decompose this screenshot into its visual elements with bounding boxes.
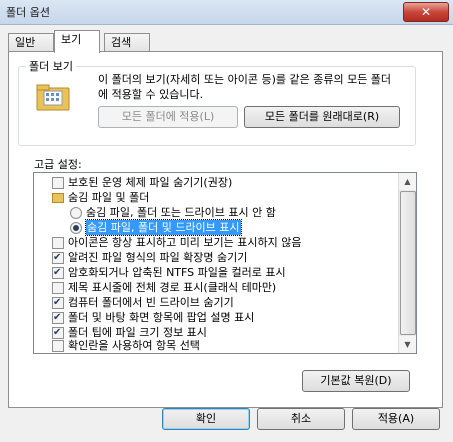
window-title: 폴더 옵션 — [6, 6, 50, 19]
tab-search[interactable]: 검색 — [104, 33, 150, 52]
close-button[interactable]: ✕ — [403, 2, 449, 22]
reset-folders-button[interactable]: 모든 폴더를 원래대로(R) — [244, 106, 400, 128]
folder-icon — [52, 193, 64, 203]
advanced-settings-label: 고급 설정: — [34, 158, 82, 171]
list-item-label: 보호된 운영 체제 파일 숨기기(권장) — [68, 176, 233, 189]
folder-views-title: 폴더 보기 — [26, 58, 76, 74]
tab-general[interactable]: 일반 — [8, 33, 54, 52]
title-bar: 폴더 옵션 ✕ — [0, 0, 453, 25]
checkbox[interactable] — [52, 340, 64, 352]
scrollbar-thumb[interactable] — [400, 191, 416, 335]
scroll-up-icon[interactable]: ▲ — [399, 173, 416, 190]
restore-defaults-button[interactable]: 기본값 복원(D) — [302, 370, 410, 392]
list-item-label: 아이콘은 항상 표시하고 미리 보기는 표시하지 않음 — [68, 236, 302, 249]
list-item-label: 확인란을 사용하여 항목 선택 — [68, 339, 200, 352]
scroll-down-icon[interactable]: ▼ — [399, 336, 416, 353]
radio-button[interactable] — [70, 222, 82, 234]
vertical-scrollbar[interactable]: ▲ ▼ — [398, 173, 416, 353]
radio-button[interactable] — [70, 207, 82, 219]
list-item-label: 암호화되거나 압축된 NTFS 파일을 컬러로 표시 — [68, 266, 286, 279]
list-item-label: 폴더 및 바탕 화면 항목에 팝업 설명 표시 — [68, 311, 255, 324]
folder-views-description: 이 폴더의 보기(자세히 또는 아이콘 등)를 같은 종류의 모든 폴더에 적용… — [98, 73, 392, 101]
checkbox[interactable] — [52, 237, 64, 249]
advanced-settings-tree[interactable]: 보호된 운영 체제 파일 숨기기(권장) 숨김 파일 및 폴더 숨김 파일, 폴… — [33, 172, 417, 354]
cancel-button[interactable]: 취소 — [257, 408, 345, 430]
checkbox[interactable] — [52, 295, 64, 310]
list-item-label: 컴퓨터 폴더에서 빈 드라이브 숨기기 — [68, 296, 234, 309]
list-item-label: 알려진 파일 형식의 파일 확장명 숨기기 — [68, 251, 248, 264]
tab-view[interactable]: 보기 — [54, 30, 100, 53]
list-item-label: 숨김 파일, 폴더 또는 드라이브 표시 안 함 — [86, 206, 276, 219]
list-item-label: 숨김 파일 및 폴더 — [68, 191, 150, 204]
list-item-label: 제목 표시줄에 전체 경로 표시(클래식 테마만) — [68, 281, 277, 294]
checkbox[interactable] — [52, 310, 64, 325]
checkbox[interactable] — [52, 325, 64, 340]
checkbox[interactable] — [52, 282, 64, 294]
list-item-label: 숨김 파일, 폴더 및 드라이브 표시 — [85, 219, 242, 236]
apply-to-folders-button[interactable]: 모든 폴더에 적용(L) — [98, 106, 238, 128]
ok-button[interactable]: 확인 — [162, 408, 250, 430]
checkbox[interactable] — [52, 250, 64, 265]
apply-button[interactable]: 적용(A) — [352, 408, 440, 430]
checkbox[interactable] — [52, 265, 64, 280]
checkbox[interactable] — [52, 177, 64, 189]
folder-views-icon — [36, 84, 70, 111]
